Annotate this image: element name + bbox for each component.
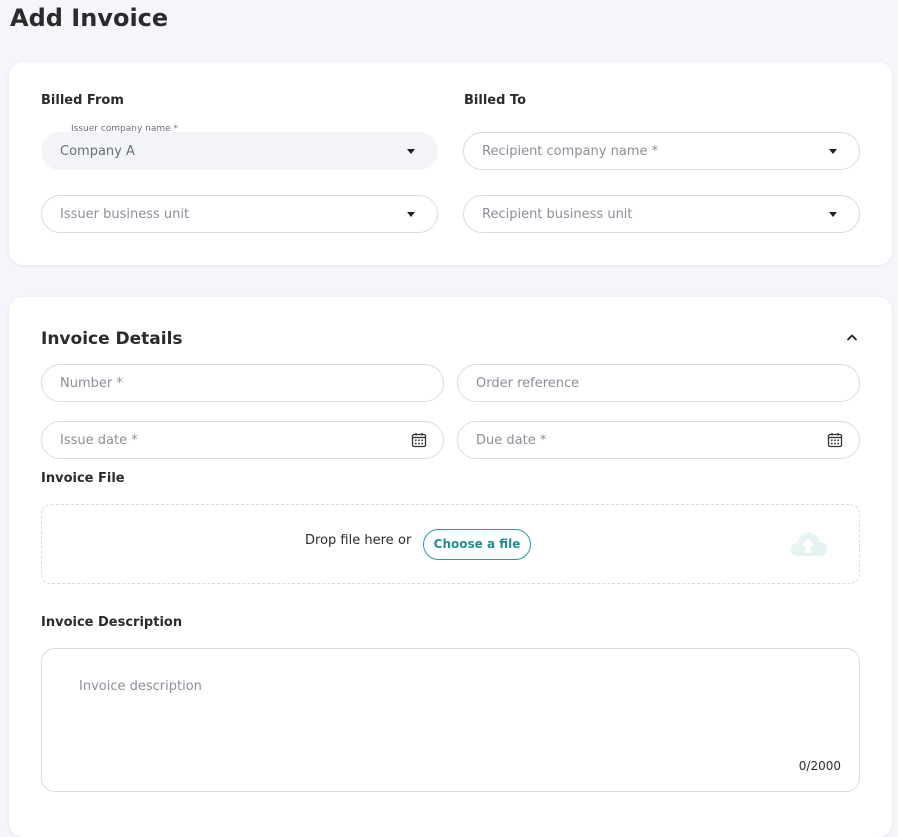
choose-file-button[interactable]: Choose a file <box>423 529 531 560</box>
chevron-down-icon <box>829 149 837 154</box>
issuer-company-label: Issuer company name * <box>71 124 179 134</box>
char-count: 0/2000 <box>798 759 841 773</box>
invoice-description-label: Invoice Description <box>41 615 183 630</box>
page-title: Add Invoice <box>10 4 169 32</box>
issuer-company-select[interactable]: Issuer company name * Company A <box>41 124 438 170</box>
chevron-down-icon <box>407 149 415 154</box>
calendar-icon[interactable] <box>411 432 427 448</box>
invoice-details-title: Invoice Details <box>41 329 183 349</box>
chevron-up-icon[interactable] <box>846 333 858 341</box>
issuer-business-unit-select[interactable]: Issuer business unit <box>41 195 438 233</box>
chevron-down-icon <box>407 212 415 217</box>
due-date-input[interactable]: Due date * <box>457 421 860 459</box>
calendar-icon[interactable] <box>827 432 843 448</box>
cloud-upload-icon <box>790 533 828 556</box>
billed-to-label: Billed To <box>464 93 526 108</box>
drop-file-text: Drop file here <box>305 533 394 548</box>
recipient-company-select[interactable]: Recipient company name * <box>463 132 860 170</box>
recipient-company-placeholder: Recipient company name * <box>482 144 659 159</box>
invoice-details-card: Invoice Details Number * Order reference… <box>9 297 892 837</box>
due-date-placeholder: Due date * <box>476 433 547 448</box>
number-input[interactable]: Number * <box>41 364 444 402</box>
recipient-business-unit-select[interactable]: Recipient business unit <box>463 195 860 233</box>
invoice-description-textarea[interactable]: Invoice description 0/2000 <box>41 648 860 792</box>
issue-date-input[interactable]: Issue date * <box>41 421 444 459</box>
order-reference-placeholder: Order reference <box>476 376 580 391</box>
invoice-file-label: Invoice File <box>41 471 125 486</box>
chevron-down-icon <box>829 212 837 217</box>
billed-from-label: Billed From <box>41 93 124 108</box>
issue-date-placeholder: Issue date * <box>60 433 138 448</box>
recipient-unit-placeholder: Recipient business unit <box>482 207 633 222</box>
description-placeholder: Invoice description <box>79 679 202 694</box>
number-placeholder: Number * <box>60 376 123 391</box>
issuer-unit-placeholder: Issuer business unit <box>60 207 190 222</box>
or-text: or <box>398 533 412 548</box>
issuer-company-value: Company A <box>60 144 135 159</box>
order-reference-input[interactable]: Order reference <box>457 364 860 402</box>
file-dropzone[interactable]: Drop file here or Choose a file <box>41 504 860 584</box>
billing-card: Billed From Billed To Issuer company nam… <box>9 62 892 265</box>
